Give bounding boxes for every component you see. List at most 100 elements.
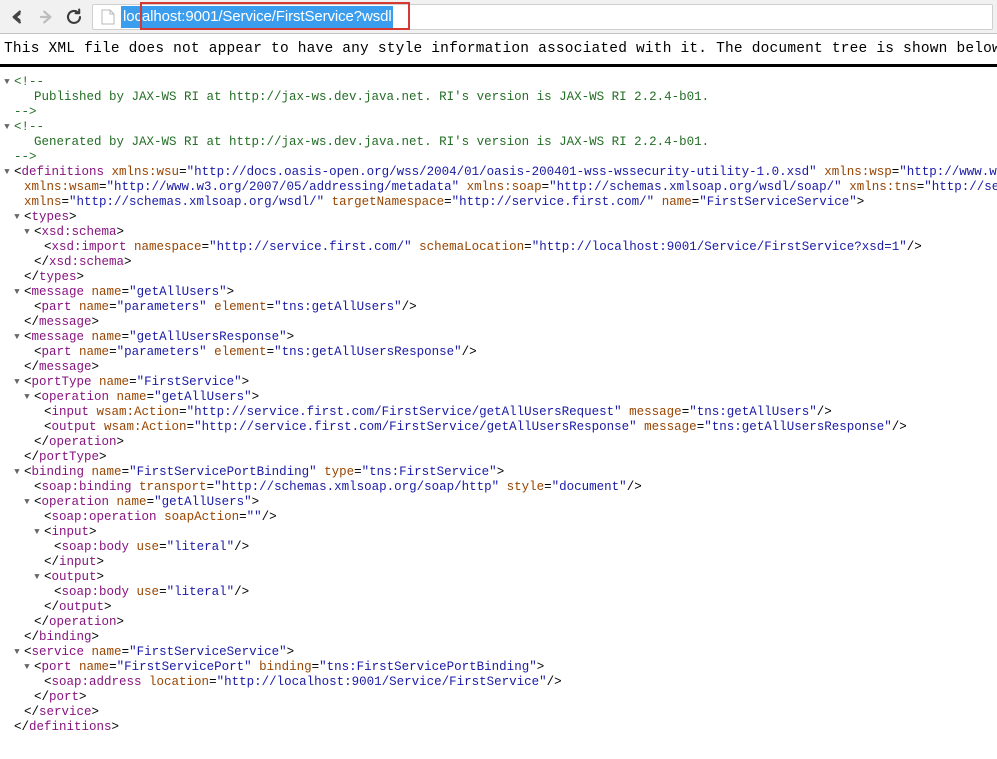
xml-tag-name: soap:body	[61, 585, 130, 599]
xml-punctuation: =	[544, 480, 552, 494]
xml-attribute-value: "FirstServicePort"	[116, 660, 252, 674]
expand-triangle-icon[interactable]: ▼	[30, 570, 44, 585]
xml-punctuation: >	[76, 270, 85, 284]
xml-tag-name: types	[39, 270, 77, 284]
xml-punctuation: =	[129, 375, 137, 389]
xml-punctuation: <	[34, 225, 42, 239]
xml-punctuation: =	[354, 465, 362, 479]
xml-tag-name: port	[41, 660, 72, 674]
xml-punctuation: />	[401, 300, 417, 314]
xml-punctuation: >	[251, 390, 260, 404]
xml-line: </output>	[0, 600, 997, 615]
xml-attribute-name: name	[116, 495, 147, 509]
xml-tag-name: input	[59, 555, 97, 569]
xml-punctuation: </	[14, 720, 30, 734]
xml-line: ▼ <operation name="getAllUsers">	[0, 495, 997, 510]
expand-triangle-icon[interactable]: ▼	[20, 225, 34, 240]
xml-attribute-value: "http://docs.oasis-open.org/wss/2004/01/…	[186, 165, 817, 179]
expand-triangle-icon[interactable]: ▼	[0, 165, 14, 180]
xml-attribute-name: message	[644, 420, 697, 434]
xml-punctuation: <	[44, 570, 52, 584]
xml-space	[459, 180, 467, 194]
xml-punctuation: />	[461, 345, 477, 359]
xml-line: </service>	[0, 705, 997, 720]
xml-tag-name: input	[51, 525, 90, 539]
xml-punctuation: </	[24, 705, 40, 719]
xml-line: Published by JAX-WS RI at http://jax-ws.…	[0, 90, 997, 105]
expand-triangle-icon[interactable]: ▼	[10, 210, 24, 225]
xml-space	[84, 465, 92, 479]
expand-triangle-icon[interactable]: ▼	[10, 285, 24, 300]
expand-triangle-icon[interactable]: ▼	[30, 525, 44, 540]
xml-punctuation: >	[91, 360, 100, 374]
xml-space	[207, 345, 215, 359]
xml-space	[72, 660, 80, 674]
xml-punctuation: />	[261, 510, 277, 524]
xml-attribute-name: name	[91, 330, 122, 344]
xml-tag-name: port	[49, 690, 80, 704]
xml-punctuation: =	[109, 345, 117, 359]
xml-attribute-value: "tns:getAllUsersResponse"	[274, 345, 462, 359]
xml-attribute-name: wsam:Action	[96, 405, 180, 419]
expand-triangle-icon[interactable]: ▼	[10, 465, 24, 480]
xml-line: </input>	[0, 555, 997, 570]
xml-attribute-name: namespace	[134, 240, 202, 254]
xml-tag-name: binding	[31, 465, 85, 479]
xml-punctuation: </	[24, 270, 40, 284]
xml-attribute-name: name	[661, 195, 692, 209]
expand-triangle-icon[interactable]: ▼	[20, 495, 34, 510]
xml-punctuation: <	[14, 165, 22, 179]
expand-triangle-icon[interactable]: ▼	[10, 375, 24, 390]
xml-tag-name: soap:operation	[51, 510, 157, 524]
xml-attribute-value: "http://www.w3.org/2007/05/addressing/me…	[106, 180, 460, 194]
xml-tag-name: xsd:import	[51, 240, 127, 254]
xml-punctuation: </	[24, 630, 40, 644]
xml-space	[84, 645, 92, 659]
xml-attribute-value: "http://service.first.com/FirstService/g…	[186, 405, 622, 419]
xml-line: </operation>	[0, 615, 997, 630]
xml-tag-name: message	[31, 285, 85, 299]
xml-attribute-value: "tns:getAllUsers"	[689, 405, 817, 419]
reload-button[interactable]	[60, 3, 88, 31]
expand-triangle-icon[interactable]: ▼	[0, 120, 14, 135]
xml-attribute-name: xmlns:wsam	[24, 180, 100, 194]
xml-attribute-value: "literal"	[166, 585, 235, 599]
xml-punctuation: >	[99, 450, 107, 464]
xml-punctuation: />	[234, 585, 250, 599]
xml-attribute-value: "http://service.first.com/"	[451, 195, 655, 209]
expand-triangle-icon[interactable]: ▼	[10, 330, 24, 345]
xml-punctuation: =	[121, 465, 130, 479]
xml-punctuation: =	[109, 660, 117, 674]
xml-attribute-name: xmlns	[24, 195, 62, 209]
xml-punctuation: =	[99, 180, 107, 194]
xml-attribute-name: use	[136, 540, 160, 554]
xml-attribute-name: targetNamespace	[331, 195, 445, 209]
xml-punctuation: >	[536, 660, 545, 674]
url-text[interactable]: localhost:9001/Service/FirstService?wsdl	[121, 5, 393, 28]
xml-punctuation: =	[121, 285, 130, 299]
xml-attribute-value: "http://service.first.com/"	[209, 240, 412, 254]
xml-punctuation: >	[856, 195, 865, 209]
back-button[interactable]	[4, 3, 32, 31]
expand-triangle-icon[interactable]: ▼	[0, 75, 14, 90]
xml-punctuation: =	[159, 540, 167, 554]
expand-triangle-icon[interactable]: ▼	[20, 390, 34, 405]
xml-line: </port>	[0, 690, 997, 705]
xml-punctuation: >	[104, 600, 112, 614]
forward-button[interactable]	[32, 3, 60, 31]
xml-punctuation: =	[121, 645, 130, 659]
expand-triangle-icon[interactable]: ▼	[20, 660, 34, 675]
xml-space	[317, 465, 325, 479]
xml-punctuation: >	[96, 570, 105, 584]
xml-attribute-name: element	[214, 300, 267, 314]
address-bar[interactable]: localhost:9001/Service/FirstService?wsdl	[92, 3, 993, 30]
xml-attribute-value: "FirstServiceService"	[129, 645, 287, 659]
xml-space	[207, 300, 215, 314]
expand-triangle-icon[interactable]: ▼	[10, 645, 24, 660]
